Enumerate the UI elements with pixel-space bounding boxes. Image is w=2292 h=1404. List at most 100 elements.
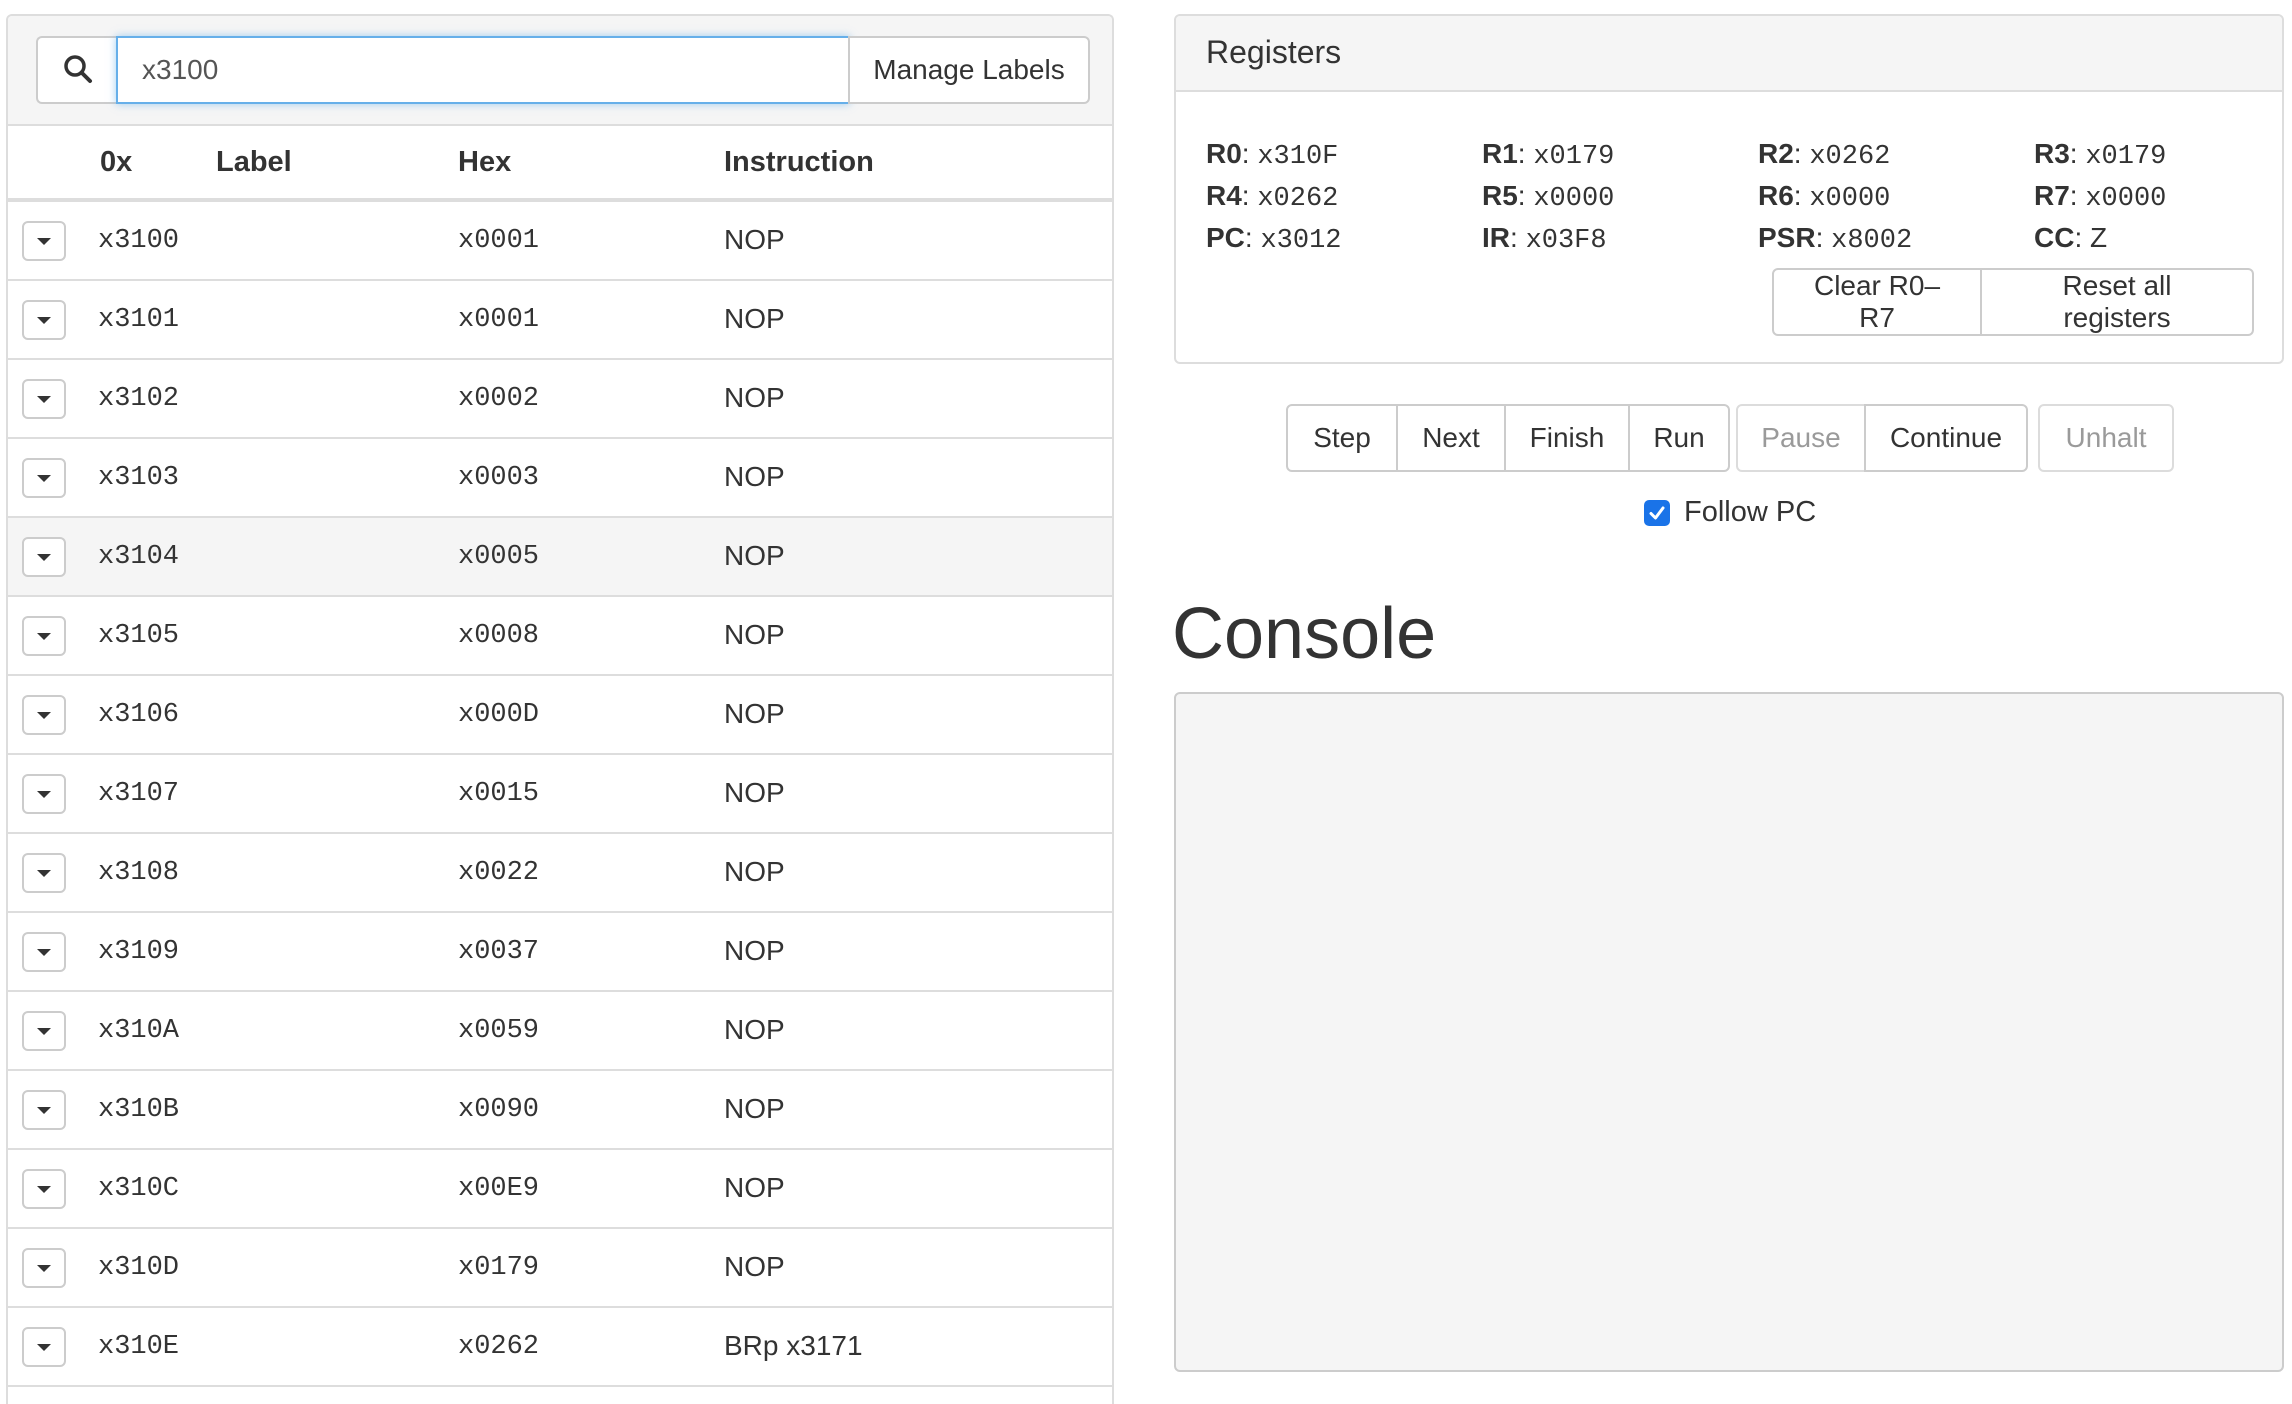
row-hex: x0022: [458, 858, 540, 888]
row-dropdown-button[interactable]: [22, 695, 66, 735]
follow-pc-label: Follow PC: [1684, 496, 1817, 528]
continue-button[interactable]: Continue: [1864, 404, 2028, 472]
chevron-down-icon: [37, 1027, 51, 1035]
search-button[interactable]: [36, 36, 118, 104]
row-dropdown-button[interactable]: [22, 853, 66, 893]
row-instruction: NOP: [724, 935, 785, 966]
memory-row[interactable]: x3101 x0001 NOP: [8, 281, 1112, 360]
row-address: x3102: [98, 384, 180, 414]
row-address: x3108: [98, 858, 180, 888]
register-value: x8002: [1831, 226, 1913, 256]
pause-button[interactable]: Pause: [1736, 404, 1866, 472]
row-dropdown-button[interactable]: [22, 932, 66, 972]
memory-row[interactable]: x310A x0059 NOP: [8, 992, 1112, 1071]
memory-row[interactable]: x310D x0179 NOP: [8, 1229, 1112, 1308]
row-instruction: NOP: [724, 1014, 785, 1045]
memory-table-header: 0x Label Hex Instruction: [8, 126, 1112, 202]
register-value: x0262: [1257, 184, 1339, 214]
memory-row[interactable]: x3100 x0001 NOP: [8, 202, 1112, 281]
row-hex: x0008: [458, 621, 540, 651]
row-dropdown-button[interactable]: [22, 1169, 66, 1209]
chevron-down-icon: [37, 1264, 51, 1272]
memory-row[interactable]: x3106 x000D NOP: [8, 676, 1112, 755]
register-value: x310F: [1257, 142, 1339, 172]
row-instruction: NOP: [724, 382, 785, 413]
memory-row[interactable]: x3102 x0002 NOP: [8, 360, 1112, 439]
memory-row[interactable]: x310B x0090 NOP: [8, 1071, 1112, 1150]
chevron-down-icon: [37, 948, 51, 956]
next-button[interactable]: Next: [1396, 404, 1506, 472]
memory-row[interactable]: x3108 x0022 NOP: [8, 834, 1112, 913]
memory-row[interactable]: x3105 x0008 NOP: [8, 597, 1112, 676]
memory-toolbar: Manage Labels: [8, 16, 1112, 126]
row-address: x310D: [98, 1253, 180, 1283]
row-instruction: NOP: [724, 856, 785, 887]
chevron-down-icon: [37, 1106, 51, 1114]
row-dropdown-button[interactable]: [22, 537, 66, 577]
memory-row[interactable]: x3103 x0003 NOP: [8, 439, 1112, 518]
memory-row[interactable]: x3107 x0015 NOP: [8, 755, 1112, 834]
register-name: R1: [1482, 138, 1518, 169]
row-instruction: NOP: [724, 1172, 785, 1203]
row-dropdown-button[interactable]: [22, 616, 66, 656]
row-dropdown-button[interactable]: [22, 1011, 66, 1051]
checkbox-checked-icon[interactable]: [1644, 499, 1670, 526]
row-dropdown-button[interactable]: [22, 300, 66, 340]
row-dropdown-button[interactable]: [22, 458, 66, 498]
register-value: x0000: [1809, 184, 1891, 214]
column-header-hex: Hex: [458, 146, 512, 178]
chevron-down-icon: [37, 1343, 51, 1351]
row-hex: x0002: [458, 384, 540, 414]
register-value: x0179: [2085, 142, 2167, 172]
row-dropdown-button[interactable]: [22, 774, 66, 814]
register-value: Z: [2090, 222, 2108, 253]
memory-row[interactable]: x3104 x0005 NOP: [8, 518, 1112, 597]
register-name: CC: [2034, 222, 2075, 253]
register-r0: R0: x310F: [1206, 138, 1339, 172]
finish-button[interactable]: Finish: [1504, 404, 1630, 472]
row-dropdown-button[interactable]: [22, 1090, 66, 1130]
memory-row[interactable]: x310E x0262 BRp x3171: [8, 1308, 1112, 1387]
column-header-instruction: Instruction: [724, 146, 874, 178]
row-instruction: NOP: [724, 619, 785, 650]
row-address: x310E: [98, 1332, 180, 1362]
memory-row[interactable]: x310C x00E9 NOP: [8, 1150, 1112, 1229]
row-dropdown-button[interactable]: [22, 379, 66, 419]
memory-row[interactable]: x3109 x0037 NOP: [8, 913, 1112, 992]
clear-registers-button[interactable]: Clear R0–R7: [1772, 268, 1982, 336]
chevron-down-icon: [37, 790, 51, 798]
register-psr: PSR: x8002: [1758, 222, 1913, 256]
row-instruction: NOP: [724, 1093, 785, 1124]
manage-labels-button[interactable]: Manage Labels: [848, 36, 1090, 104]
run-button[interactable]: Run: [1628, 404, 1730, 472]
column-header-label: Label: [216, 146, 292, 178]
row-instruction: NOP: [724, 303, 785, 334]
address-search-input[interactable]: [116, 36, 850, 104]
row-dropdown-button[interactable]: [22, 1327, 66, 1367]
row-hex: x0262: [458, 1332, 540, 1362]
registers-panel: Registers R0: x310F R1: x0179 R2: x0262 R3:…: [1174, 14, 2284, 364]
chevron-down-icon: [37, 553, 51, 561]
register-name: R0: [1206, 138, 1242, 169]
register-r5: R5: x0000: [1482, 180, 1615, 214]
row-address: x3105: [98, 621, 180, 651]
row-hex: x0179: [458, 1253, 540, 1283]
console-title: Console: [1172, 594, 1437, 674]
chevron-down-icon: [37, 632, 51, 640]
unhalt-button[interactable]: Unhalt: [2038, 404, 2174, 472]
row-hex: x0037: [458, 937, 540, 967]
register-name: R7: [2034, 180, 2070, 211]
step-button[interactable]: Step: [1286, 404, 1398, 472]
row-address: x3104: [98, 542, 180, 572]
chevron-down-icon: [37, 237, 51, 245]
console-output[interactable]: [1174, 692, 2284, 1372]
row-instruction: NOP: [724, 540, 785, 571]
row-dropdown-button[interactable]: [22, 221, 66, 261]
row-dropdown-button[interactable]: [22, 1248, 66, 1288]
follow-pc-checkbox[interactable]: Follow PC: [1644, 496, 1816, 529]
row-instruction: NOP: [724, 698, 785, 729]
row-address: x3103: [98, 463, 180, 493]
row-address: x3109: [98, 937, 180, 967]
register-r6: R6: x0000: [1758, 180, 1891, 214]
reset-registers-button[interactable]: Reset all registers: [1982, 268, 2254, 336]
